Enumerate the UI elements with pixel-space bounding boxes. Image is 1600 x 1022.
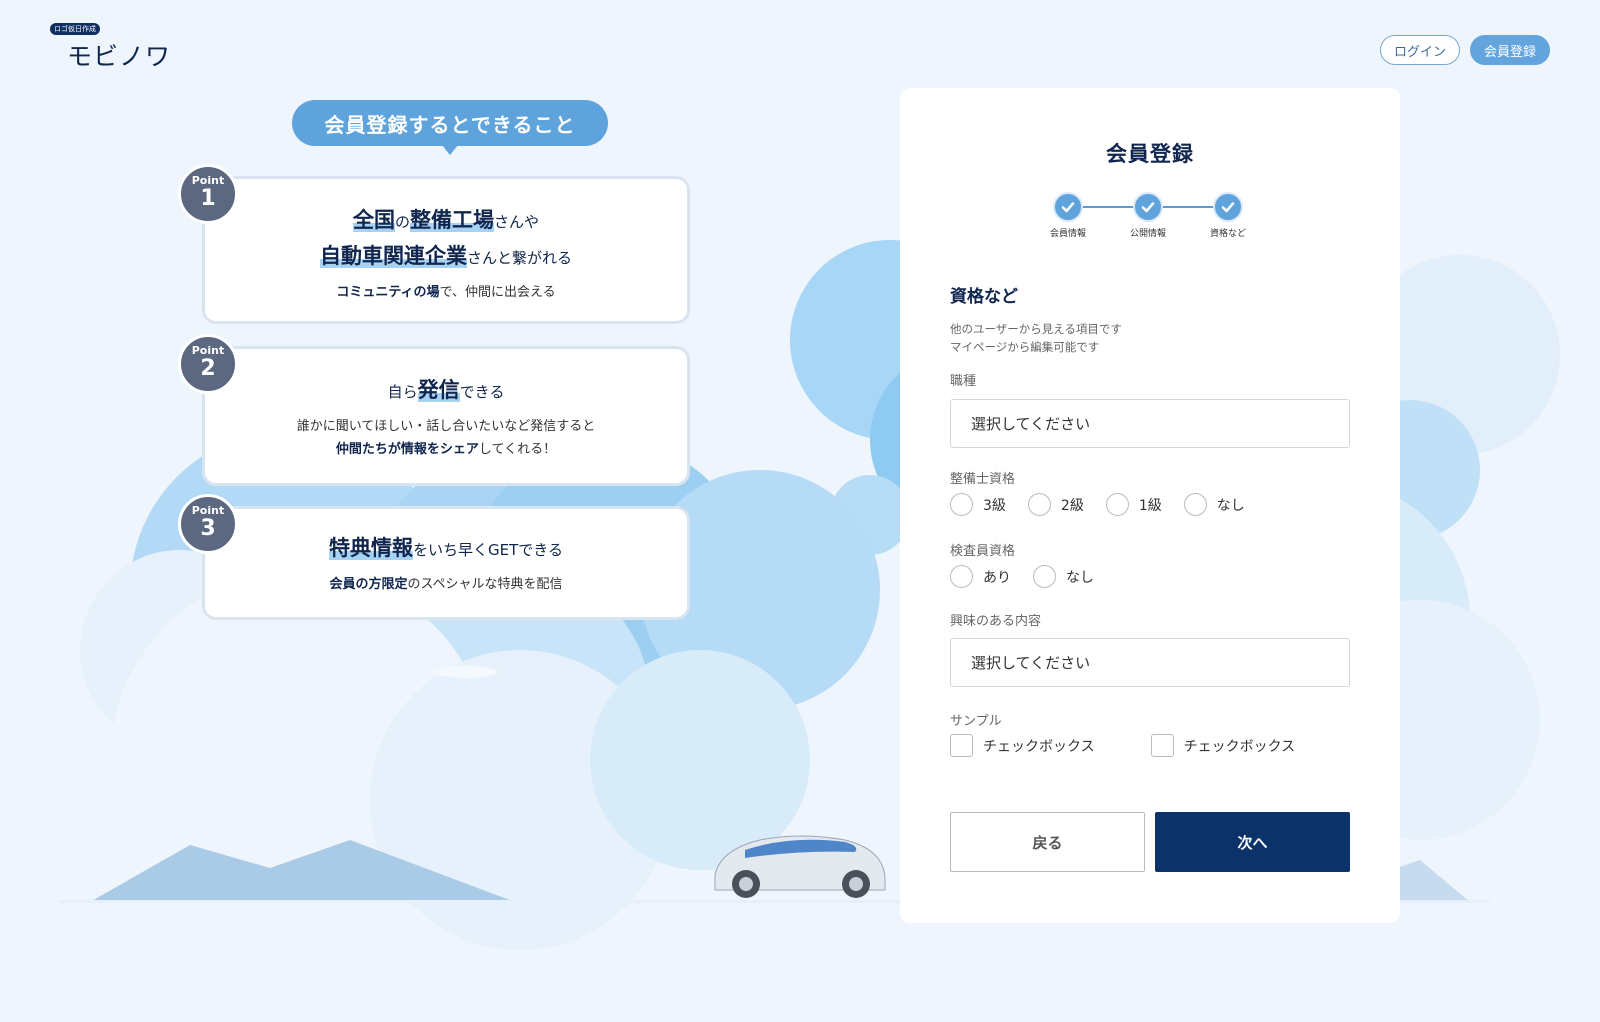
benefits-title: 会員登録するとできること <box>292 100 608 155</box>
text: さんと繋がれる <box>466 249 572 267</box>
step-1: 会員情報 <box>1038 192 1098 239</box>
mechanic-option-none[interactable]: なし <box>1183 493 1245 516</box>
login-button[interactable]: ログイン <box>1380 35 1460 65</box>
register-button[interactable]: 会員登録 <box>1470 35 1550 65</box>
registration-panel: 会員登録 会員情報 公開情報 資格など 資格など 他のユーザーから見える項目です… <box>900 88 1400 923</box>
form-title: 会員登録 <box>1106 142 1194 166</box>
job-select[interactable]: 選択してください <box>950 399 1350 448</box>
description-line: マイページから編集可能です <box>950 340 1100 354</box>
text: の <box>394 213 410 231</box>
checkbox-label: チェックボックス <box>983 738 1095 755</box>
text: をいち早くGETできる <box>413 541 563 559</box>
point-1-card: 全国の整備工場さんや 自動車関連企業さんと繋がれる コミュニティの場で、仲間に出… <box>202 176 690 324</box>
check-icon <box>1133 192 1163 222</box>
logo[interactable]: ロゴ仮日作成 モビノワ <box>50 16 171 73</box>
mechanic-license-label: 整備士資格 <box>950 472 1016 487</box>
point-2-card: 自ら発信できる 誰かに聞いてほしい・話し合いたいなど発信すると 仲間たちが情報を… <box>202 346 690 486</box>
checkbox-label: チェックボックス <box>1183 738 1296 755</box>
point-3-sub: 会員の方限定のスペシャルな特典を配信 <box>205 573 687 592</box>
mechanic-option-1[interactable]: 1級 <box>1105 493 1162 516</box>
sample-checkbox-1[interactable]: チェックボックス <box>950 734 1095 757</box>
highlight-text: 全国 <box>352 208 395 232</box>
mechanic-license-radio-group: 3級 2級 1級 なし <box>950 493 1267 516</box>
point-1-badge: Point 1 <box>178 164 238 224</box>
checkbox[interactable] <box>1150 734 1174 757</box>
text: のスペシャルな特典を配信 <box>407 577 563 592</box>
point-3-card: 特典情報をいち早くGETできる 会員の方限定のスペシャルな特典を配信 <box>202 506 690 620</box>
text: 自ら <box>387 383 418 401</box>
inspector-license-radio-group: あり なし <box>950 565 1116 588</box>
radio-label: 2級 <box>1060 497 1084 514</box>
step-label: 資格など <box>1209 229 1246 239</box>
logo-badge: ロゴ仮日作成 <box>50 23 100 35</box>
step-3: 資格など <box>1198 192 1258 239</box>
highlight-text: 整備工場 <box>410 208 494 232</box>
point-number: 3 <box>200 516 216 541</box>
step-2: 公開情報 <box>1118 192 1178 239</box>
radio-button[interactable] <box>1033 565 1056 588</box>
checkbox[interactable] <box>950 734 973 757</box>
job-label: 職種 <box>950 374 977 389</box>
radio-label: 1級 <box>1138 497 1162 514</box>
radio-button[interactable] <box>1183 493 1207 516</box>
description-line: 他のユーザーから見える項目です <box>950 322 1122 336</box>
point-3-badge: Point 3 <box>178 494 238 554</box>
point-2-sub2: 仲間たちが情報をシェアしてくれる！ <box>205 438 687 457</box>
point-1-sub: コミュニティの場で、仲間に出会える <box>205 281 687 300</box>
check-icon <box>1213 192 1243 222</box>
text: してくれる！ <box>478 442 557 457</box>
text: さんや <box>494 213 540 231</box>
point-number: 1 <box>200 186 216 211</box>
next-button[interactable]: 次へ <box>1155 812 1350 872</box>
progress-stepper: 会員情報 公開情報 資格など <box>1038 192 1278 248</box>
check-icon <box>1053 192 1083 222</box>
back-button[interactable]: 戻る <box>950 812 1145 872</box>
radio-button[interactable] <box>1105 493 1129 516</box>
point-number: 2 <box>200 356 216 381</box>
bold-text: コミュニティの場 <box>336 285 440 300</box>
radio-button[interactable] <box>1027 493 1051 516</box>
logo-text: モビノワ <box>67 42 172 71</box>
section-description: 他のユーザーから見える項目です マイページから編集可能です <box>950 320 1122 356</box>
mechanic-option-3[interactable]: 3級 <box>950 493 1006 516</box>
highlight-text: 発信 <box>417 378 460 402</box>
radio-button[interactable] <box>950 493 973 516</box>
radio-label: あり <box>983 569 1011 586</box>
bold-text: 会員の方限定 <box>329 577 408 592</box>
radio-label: なし <box>1216 497 1245 514</box>
mechanic-option-2[interactable]: 2級 <box>1027 493 1084 516</box>
point-2-badge: Point 2 <box>178 334 238 394</box>
bold-text: 仲間たちが情報をシェア <box>335 442 479 457</box>
interest-select[interactable]: 選択してください <box>950 638 1350 687</box>
step-label: 会員情報 <box>1049 229 1086 239</box>
sample-checkbox-group: チェックボックス チェックボックス <box>950 734 1295 757</box>
sample-label: サンプル <box>950 714 1002 729</box>
interest-label: 興味のある内容 <box>950 614 1042 629</box>
step-label: 公開情報 <box>1129 229 1166 239</box>
radio-label: なし <box>1066 569 1094 586</box>
sample-checkbox-2[interactable]: チェックボックス <box>1150 734 1296 757</box>
inspector-option-yes[interactable]: あり <box>950 565 1011 588</box>
radio-label: 3級 <box>983 497 1006 514</box>
text: できる <box>459 383 505 401</box>
inspector-option-no[interactable]: なし <box>1033 565 1094 588</box>
highlight-text: 自動車関連企業 <box>319 244 467 268</box>
section-title: 資格など <box>950 287 1018 307</box>
radio-button[interactable] <box>950 565 973 588</box>
header-actions: ログイン 会員登録 <box>1380 35 1550 65</box>
inspector-license-label: 検査員資格 <box>950 544 1016 559</box>
text: で、仲間に出会える <box>439 285 556 300</box>
highlight-text: 特典情報 <box>329 536 414 560</box>
point-2-sub1: 誰かに聞いてほしい・話し合いたいなど発信すると <box>296 419 596 434</box>
